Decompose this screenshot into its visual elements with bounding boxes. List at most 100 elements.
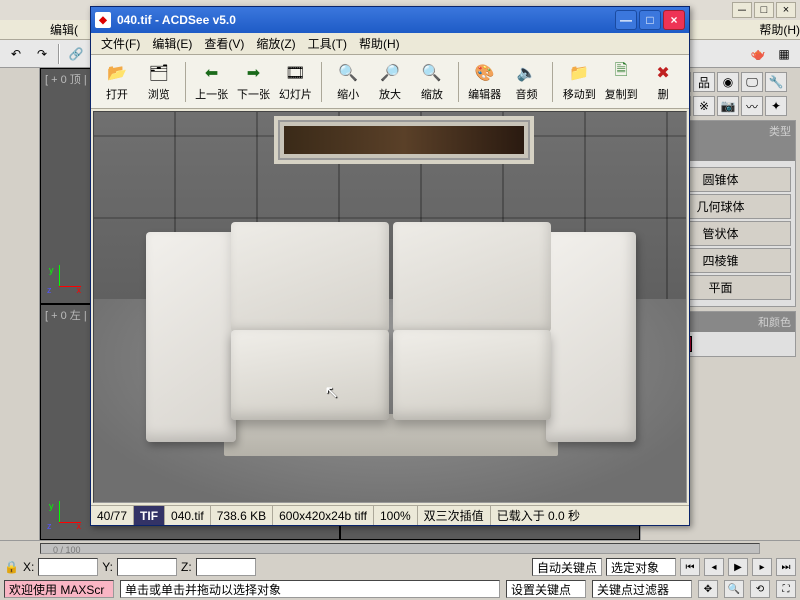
y-input[interactable] bbox=[117, 558, 177, 576]
slideshow-icon: 🎞 bbox=[284, 62, 306, 84]
acd-max-button[interactable]: □ bbox=[639, 10, 661, 30]
status-dimensions: 600x420x24b tiff bbox=[273, 506, 374, 525]
menu-tools[interactable]: 工具(T) bbox=[304, 33, 351, 54]
bg-min-button[interactable]: － bbox=[732, 2, 752, 18]
separator bbox=[552, 62, 553, 102]
tool-browse-button[interactable]: 🗂浏览 bbox=[139, 60, 179, 104]
bg-left-strip bbox=[0, 68, 40, 540]
setkey-button[interactable]: 设置关键点 bbox=[506, 580, 586, 598]
lock-icon[interactable]: 🔒 bbox=[4, 560, 19, 574]
coord-row: 🔒 X: Y: Z: 自动关键点 选定对象 ⏮ ◂ ▶ ▸ ⏭ bbox=[0, 556, 800, 578]
acd-title-text: 040.tif - ACDSee v5.0 bbox=[117, 13, 236, 27]
nav-max-icon[interactable]: ⛶ bbox=[776, 580, 796, 598]
nav-orbit-icon[interactable]: ⟲ bbox=[750, 580, 770, 598]
tool-next-button[interactable]: ➡下一张 bbox=[234, 60, 274, 104]
nav-pan-icon[interactable]: ✥ bbox=[698, 580, 718, 598]
tool-zoomin-button[interactable]: 🔎放大 bbox=[370, 60, 410, 104]
time-slider[interactable]: 0 / 100 bbox=[40, 543, 760, 554]
separator bbox=[185, 62, 186, 102]
maxscript-field[interactable]: 欢迎使用 MAXScr bbox=[4, 580, 114, 598]
sub-cam-icon[interactable]: 📷 bbox=[717, 96, 739, 116]
menu-zoom[interactable]: 缩放(Z) bbox=[252, 33, 299, 54]
tool-slideshow-button[interactable]: 🎞幻灯片 bbox=[275, 60, 315, 104]
separator bbox=[321, 62, 322, 102]
nav-zoom-icon[interactable]: 🔍 bbox=[724, 580, 744, 598]
menu-help[interactable]: 帮助(H) bbox=[355, 33, 404, 54]
tool-redo-icon[interactable]: ↷ bbox=[30, 43, 54, 65]
tab-motion-icon[interactable]: ◉ bbox=[717, 72, 739, 92]
render-sofa bbox=[146, 222, 636, 482]
speaker-icon: 🔈 bbox=[516, 62, 538, 84]
bg-menu-edit[interactable]: 编辑( bbox=[50, 21, 78, 38]
status-format-tag: TIF bbox=[134, 506, 165, 525]
tool-zoomout-button[interactable]: 🔍缩小 bbox=[328, 60, 368, 104]
status-loadtime: 已载入于 0.0 秒 bbox=[491, 506, 689, 525]
next-frame-icon[interactable]: ▸ bbox=[752, 558, 772, 576]
tool-prev-button[interactable]: ⬅上一张 bbox=[192, 60, 232, 104]
x-input[interactable] bbox=[38, 558, 98, 576]
status-hint: 单击或单击并拖动以选择对象 bbox=[120, 580, 500, 598]
moveto-icon: 📁 bbox=[568, 62, 590, 84]
tab-hierarchy-icon[interactable]: 品 bbox=[693, 72, 715, 92]
tool-copyto-button[interactable]: 🗎复制到 bbox=[601, 60, 641, 104]
status-row: 欢迎使用 MAXScr 单击或单击并拖动以选择对象 设置关键点 关键点过滤器 ✥… bbox=[0, 578, 800, 600]
status-zoom: 100% bbox=[374, 506, 418, 525]
tab-display-icon[interactable]: 🖵 bbox=[741, 72, 763, 92]
menu-file[interactable]: 文件(F) bbox=[97, 33, 144, 54]
y-label: Y: bbox=[102, 560, 113, 574]
image-viewport[interactable]: ↖ bbox=[93, 111, 687, 503]
z-input[interactable] bbox=[196, 558, 256, 576]
bg-max-button[interactable]: □ bbox=[754, 2, 774, 18]
status-interp: 双三次插值 bbox=[418, 506, 491, 525]
goto-start-icon[interactable]: ⏮ bbox=[680, 558, 700, 576]
play-icon[interactable]: ▶ bbox=[728, 558, 748, 576]
arrow-left-icon: ⬅ bbox=[201, 62, 223, 84]
zoom-in-icon: 🔎 bbox=[379, 62, 401, 84]
bg-close-button[interactable]: × bbox=[776, 2, 796, 18]
acd-app-icon: ◆ bbox=[95, 12, 111, 28]
axis-gizmo-icon: yxz bbox=[49, 501, 79, 531]
status-filesize: 738.6 KB bbox=[211, 506, 273, 525]
sub-sys-icon[interactable]: ✦ bbox=[765, 96, 787, 116]
acd-titlebar[interactable]: ◆ 040.tif - ACDSee v5.0 — □ × bbox=[91, 7, 689, 33]
tool-moveto-button[interactable]: 📁移动到 bbox=[559, 60, 599, 104]
bg-bottom: 0 / 100 🔒 X: Y: Z: 自动关键点 选定对象 ⏮ ◂ ▶ ▸ ⏭ … bbox=[0, 540, 800, 600]
goto-end-icon[interactable]: ⏭ bbox=[776, 558, 796, 576]
render-picture-frame bbox=[274, 116, 534, 164]
tool-open-button[interactable]: 📂打开 bbox=[97, 60, 137, 104]
menu-edit[interactable]: 编辑(E) bbox=[148, 33, 196, 54]
separator bbox=[58, 44, 60, 64]
zoom-out-icon: 🔍 bbox=[337, 62, 359, 84]
prev-frame-icon[interactable]: ◂ bbox=[704, 558, 724, 576]
separator bbox=[458, 62, 459, 102]
tool-render-icon[interactable]: 🫖 bbox=[746, 43, 770, 65]
acd-min-button[interactable]: — bbox=[615, 10, 637, 30]
tool-zoomreset-button[interactable]: 🔍缩放 bbox=[412, 60, 452, 104]
browse-icon: 🗂 bbox=[148, 62, 170, 84]
keyfilter-button[interactable]: 关键点过滤器 bbox=[592, 580, 692, 598]
folder-open-icon: 📂 bbox=[106, 62, 128, 84]
bg-menu-help[interactable]: 帮助(H) bbox=[759, 21, 800, 38]
tool-editor-button[interactable]: 🎨编辑器 bbox=[465, 60, 505, 104]
delete-icon: ✖ bbox=[652, 62, 674, 84]
selobj-field[interactable]: 选定对象 bbox=[606, 558, 676, 576]
acdsee-window: ◆ 040.tif - ACDSee v5.0 — □ × 文件(F) 编辑(E… bbox=[90, 6, 690, 526]
copyto-icon: 🗎 bbox=[610, 62, 632, 84]
tool-panel-icon[interactable]: ▦ bbox=[772, 43, 796, 65]
sub-help-icon[interactable]: 〰 bbox=[741, 96, 763, 116]
tool-undo-icon[interactable]: ↶ bbox=[4, 43, 28, 65]
tool-delete-button[interactable]: ✖删 bbox=[643, 60, 683, 104]
menu-view[interactable]: 查看(V) bbox=[200, 33, 248, 54]
zoom-fit-icon: 🔍 bbox=[421, 62, 443, 84]
acd-statusbar: 40/77 TIF 040.tif 738.6 KB 600x420x24b t… bbox=[91, 505, 689, 525]
status-filename: 040.tif bbox=[165, 506, 211, 525]
tool-link-icon[interactable]: 🔗 bbox=[64, 43, 88, 65]
sub-light-icon[interactable]: ※ bbox=[693, 96, 715, 116]
x-label: X: bbox=[23, 560, 34, 574]
render-room bbox=[94, 112, 686, 502]
axis-gizmo-icon: yxz bbox=[49, 265, 79, 295]
acd-close-button[interactable]: × bbox=[663, 10, 685, 30]
tab-util-icon[interactable]: 🔧 bbox=[765, 72, 787, 92]
tool-audio-button[interactable]: 🔈音频 bbox=[507, 60, 547, 104]
autokey-button[interactable]: 自动关键点 bbox=[532, 558, 602, 576]
